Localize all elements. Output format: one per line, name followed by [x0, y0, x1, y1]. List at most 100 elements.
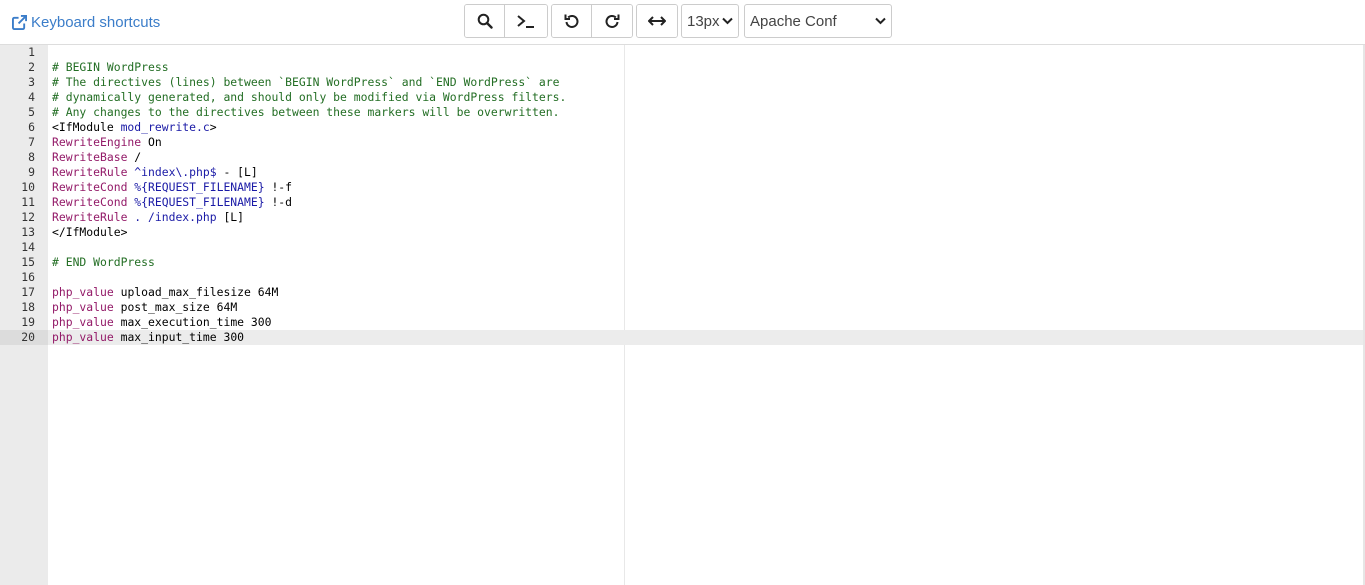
undo-icon — [564, 14, 578, 28]
line-number: 15 — [21, 255, 35, 269]
line-content[interactable] — [48, 240, 52, 255]
line-content[interactable]: RewriteRule . /index.php [L] — [48, 210, 244, 225]
code-token: - [L] — [216, 165, 258, 179]
line-content[interactable]: php_value upload_max_filesize 64M — [48, 285, 278, 300]
code-token: # The directives (lines) between `BEGIN … — [52, 75, 560, 89]
line-content[interactable]: # The directives (lines) between `BEGIN … — [48, 75, 559, 90]
line-number: 1 — [28, 45, 35, 59]
code-line[interactable]: 9 RewriteRule ^index\.php$ - [L] — [0, 165, 1363, 180]
search-terminal-group — [464, 4, 548, 38]
code-line[interactable]: 12 RewriteRule . /index.php [L] — [0, 210, 1363, 225]
line-number: 17 — [21, 285, 35, 299]
code-line[interactable]: 1 — [0, 45, 1363, 60]
undo-button[interactable] — [552, 5, 592, 37]
line-content[interactable]: RewriteCond %{REQUEST_FILENAME} !-f — [48, 180, 292, 195]
line-number: 18 — [21, 300, 35, 314]
line-number: 20 — [0, 330, 48, 345]
chevron-down-icon — [875, 17, 886, 25]
redo-button[interactable] — [592, 5, 632, 37]
line-content[interactable]: php_value max_execution_time 300 — [48, 315, 271, 330]
line-content[interactable]: RewriteRule ^index\.php$ - [L] — [48, 165, 258, 180]
line-content[interactable] — [48, 270, 52, 285]
terminal-icon — [517, 15, 534, 28]
line-number: 8 — [28, 150, 35, 164]
line-content[interactable]: # BEGIN WordPress — [48, 60, 169, 75]
mode-value: Apache Conf — [750, 12, 837, 30]
line-number: 19 — [21, 315, 35, 329]
code-token: %{REQUEST_FILENAME} — [127, 180, 265, 194]
line-number: 14 — [21, 240, 35, 254]
code-token: RewriteCond — [52, 180, 128, 194]
code-line[interactable]: 17 php_value upload_max_filesize 64M — [0, 285, 1363, 300]
code-line[interactable]: 19 php_value max_execution_time 300 — [0, 315, 1363, 330]
line-content[interactable]: RewriteBase / — [48, 150, 141, 165]
keyboard-shortcuts-link[interactable]: Keyboard shortcuts — [12, 12, 160, 32]
code-line[interactable]: 11 RewriteCond %{REQUEST_FILENAME} !-d — [0, 195, 1363, 210]
code-token: !-d — [264, 195, 293, 209]
horizontal-arrows-icon — [648, 16, 666, 26]
font-size-value: 13px — [687, 12, 720, 30]
line-content[interactable]: RewriteCond %{REQUEST_FILENAME} !-d — [48, 195, 292, 210]
code-line[interactable]: 8 RewriteBase / — [0, 150, 1363, 165]
code-token: RewriteCond — [52, 195, 128, 209]
line-content[interactable]: </IfModule> — [48, 225, 127, 240]
line-content[interactable]: php_value post_max_size 64M — [48, 300, 237, 315]
code-line[interactable]: 4 # dynamically generated, and should onl… — [0, 90, 1363, 105]
code-lines[interactable]: 1 2 # BEGIN WordPress 3 # The directives (li… — [0, 45, 1363, 345]
code-line[interactable]: 18 php_value post_max_size 64M — [0, 300, 1363, 315]
line-content[interactable]: # END WordPress — [48, 255, 155, 270]
search-button[interactable] — [465, 5, 505, 37]
line-content[interactable] — [48, 45, 52, 60]
code-token: php_value — [52, 330, 114, 344]
code-line[interactable]: 5 # Any changes to the directives between… — [0, 105, 1363, 120]
code-line[interactable]: 2 # BEGIN WordPress — [0, 60, 1363, 75]
line-number: 9 — [28, 165, 35, 179]
undo-redo-group — [551, 4, 633, 38]
code-token: RewriteBase — [52, 150, 128, 164]
keyboard-shortcuts-label: Keyboard shortcuts — [31, 13, 161, 31]
terminal-button[interactable] — [505, 5, 547, 37]
code-token: </IfModule> — [52, 225, 128, 239]
code-line[interactable]: 6 <IfModule mod_rewrite.c> — [0, 120, 1363, 135]
code-token: php_value — [52, 315, 114, 329]
line-content[interactable]: <IfModule mod_rewrite.c> — [48, 120, 217, 135]
code-token: # dynamically generated, and should only… — [52, 90, 567, 104]
code-token: # END WordPress — [52, 255, 155, 269]
code-editor[interactable]: 1 2 # BEGIN WordPress 3 # The directives (li… — [0, 45, 1365, 585]
code-line[interactable]: 14 — [0, 240, 1363, 255]
code-token: php_value — [52, 300, 114, 314]
code-token: > — [209, 120, 217, 134]
code-line[interactable]: 10 RewriteCond %{REQUEST_FILENAME} !-f — [0, 180, 1363, 195]
line-content[interactable]: # dynamically generated, and should only… — [48, 90, 566, 105]
line-number: 10 — [21, 180, 35, 194]
line-number: 3 — [28, 75, 35, 89]
code-token: RewriteRule — [52, 210, 128, 224]
code-line[interactable]: 15 # END WordPress — [0, 255, 1363, 270]
code-line[interactable]: 13 </IfModule> — [0, 225, 1363, 240]
line-number: 7 — [28, 135, 35, 149]
line-content[interactable]: RewriteEngine On — [48, 135, 162, 150]
code-token: . /index.php — [127, 210, 217, 224]
code-token: [L] — [216, 210, 245, 224]
code-line[interactable]: 20 php_value max_input_time 300 — [0, 330, 1363, 345]
code-line[interactable]: 7 RewriteEngine On — [0, 135, 1363, 150]
code-token: # BEGIN WordPress — [52, 60, 169, 74]
code-token: RewriteEngine — [52, 135, 142, 149]
line-number: 11 — [21, 195, 35, 209]
code-token: / — [127, 150, 142, 164]
line-content[interactable]: # Any changes to the directives between … — [48, 105, 559, 120]
code-token: RewriteRule — [52, 165, 128, 179]
external-link-icon — [12, 14, 27, 30]
chevron-down-icon — [722, 17, 733, 25]
line-number: 13 — [21, 225, 35, 239]
font-size-select[interactable]: 13px — [681, 4, 739, 38]
code-line[interactable]: 16 — [0, 270, 1363, 285]
word-wrap-button[interactable] — [637, 5, 677, 37]
code-line[interactable]: 3 # The directives (lines) between `BEGIN… — [0, 75, 1363, 90]
line-number: 16 — [21, 270, 35, 284]
line-number: 2 — [28, 60, 35, 74]
wrap-group — [636, 4, 678, 38]
mode-select[interactable]: Apache Conf — [744, 4, 892, 38]
code-token: max_input_time 300 — [113, 330, 245, 344]
line-content[interactable]: php_value max_input_time 300 — [48, 330, 244, 345]
